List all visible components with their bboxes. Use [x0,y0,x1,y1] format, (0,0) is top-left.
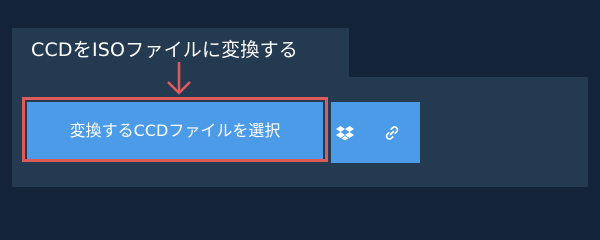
down-arrow-icon [167,62,191,95]
page-title: CCDをISOファイルに変換する [31,39,298,61]
url-link-button[interactable] [363,102,420,163]
link-icon [385,125,398,140]
choose-file-button[interactable]: 変換するCCDファイルを選択 [27,102,323,159]
dropbox-icon [336,125,354,140]
dropbox-button[interactable] [331,102,359,163]
